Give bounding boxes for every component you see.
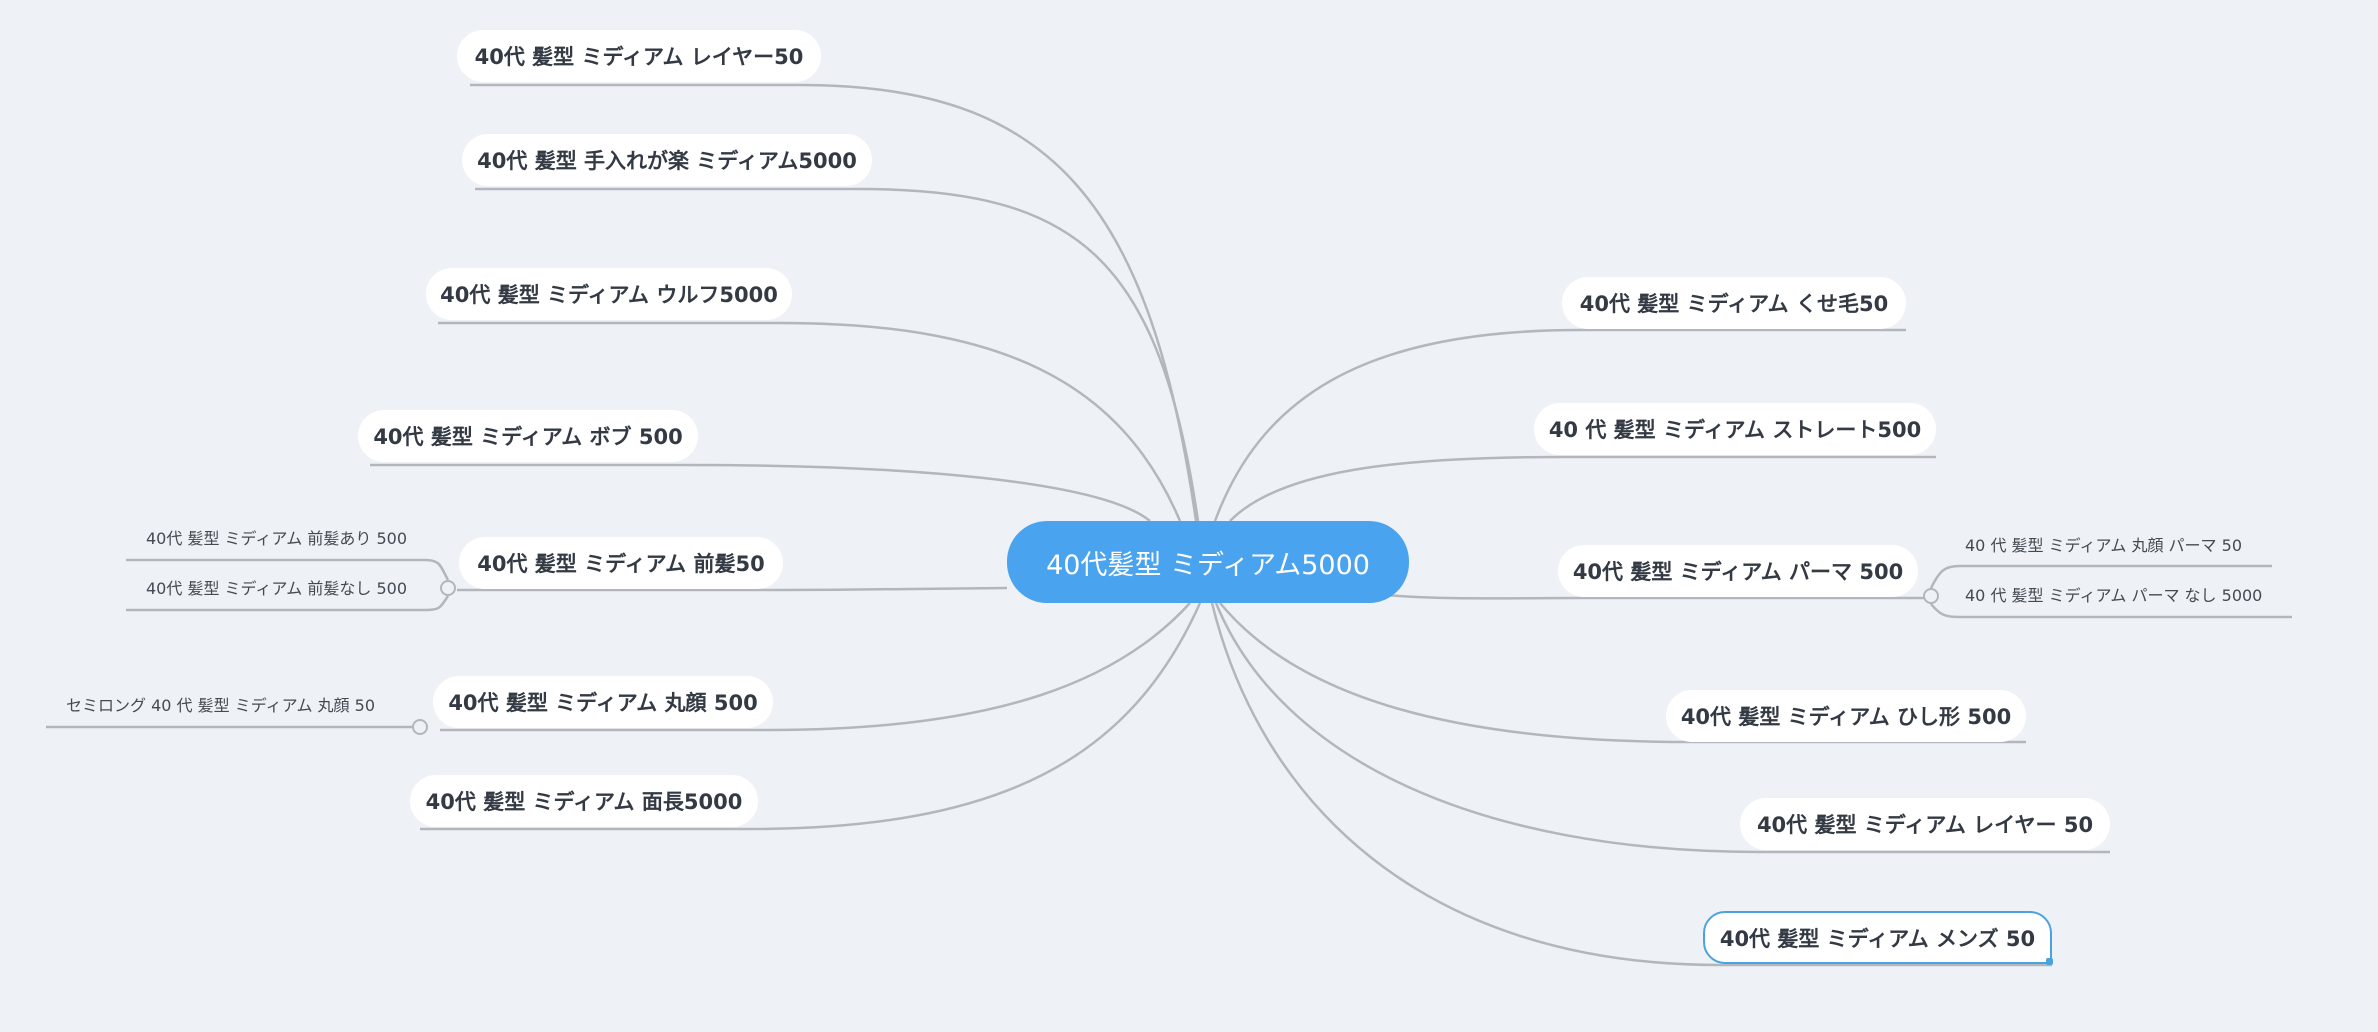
topic-wolf[interactable]: 40代 髪型 ミディアム ウルフ5000: [426, 268, 792, 320]
subtopic-round-perm[interactable]: 40 代 髪型 ミディアム 丸顔 パーマ 50: [1965, 532, 2242, 556]
collapse-toggle-round-face[interactable]: [412, 719, 428, 735]
collapse-toggle-bangs[interactable]: [440, 580, 456, 596]
subtopic-bangs-yes[interactable]: 40代 髪型 ミディアム 前髪あり 500: [146, 525, 407, 549]
link-easy-care: [475, 187, 1200, 522]
subtopic-semilong-round[interactable]: セミロング 40 代 髪型 ミディアム 丸顔 50: [66, 692, 375, 716]
mindmap-canvas[interactable]: 40代髪型 ミディアム5000 40代 髪型 ミディアム レイヤー50 40代 …: [0, 0, 2378, 1032]
topic-mens[interactable]: 40代 髪型 ミディアム メンズ 50: [1703, 911, 2052, 964]
subtopic-no-perm[interactable]: 40 代 髪型 ミディアム パーマ なし 5000: [1965, 582, 2262, 606]
subtopic-bangs-no[interactable]: 40代 髪型 ミディアム 前髪なし 500: [146, 575, 407, 599]
link-bob: [370, 463, 1151, 522]
topic-layer-right[interactable]: 40代 髪型 ミディアム レイヤー 50: [1740, 798, 2110, 850]
topic-diamond[interactable]: 40代 髪型 ミディアム ひし形 500: [1666, 690, 2026, 742]
topic-bob[interactable]: 40代 髪型 ミディアム ボブ 500: [358, 410, 698, 462]
topic-long-face[interactable]: 40代 髪型 ミディアム 面長5000: [410, 775, 758, 827]
root-topic[interactable]: 40代髪型 ミディアム5000: [1007, 521, 1409, 603]
topic-bangs[interactable]: 40代 髪型 ミディアム 前髪50: [459, 537, 783, 589]
topic-layer[interactable]: 40代 髪型 ミディアム レイヤー50: [457, 30, 821, 82]
topic-easy-care[interactable]: 40代 髪型 手入れが楽 ミディアム5000: [462, 134, 872, 186]
collapse-toggle-perm[interactable]: [1923, 588, 1939, 604]
topic-round-face[interactable]: 40代 髪型 ミディアム 丸顔 500: [433, 676, 773, 728]
topic-perm[interactable]: 40代 髪型 ミディアム パーマ 500: [1558, 545, 1918, 597]
selection-resize-handle[interactable]: [2046, 958, 2053, 965]
topic-curly[interactable]: 40代 髪型 ミディアム くせ毛50: [1562, 277, 1906, 329]
topic-straight[interactable]: 40 代 髪型 ミディアム ストレート500: [1534, 403, 1936, 455]
link-straight: [1229, 455, 1936, 522]
connector-lines: [46, 83, 2292, 967]
